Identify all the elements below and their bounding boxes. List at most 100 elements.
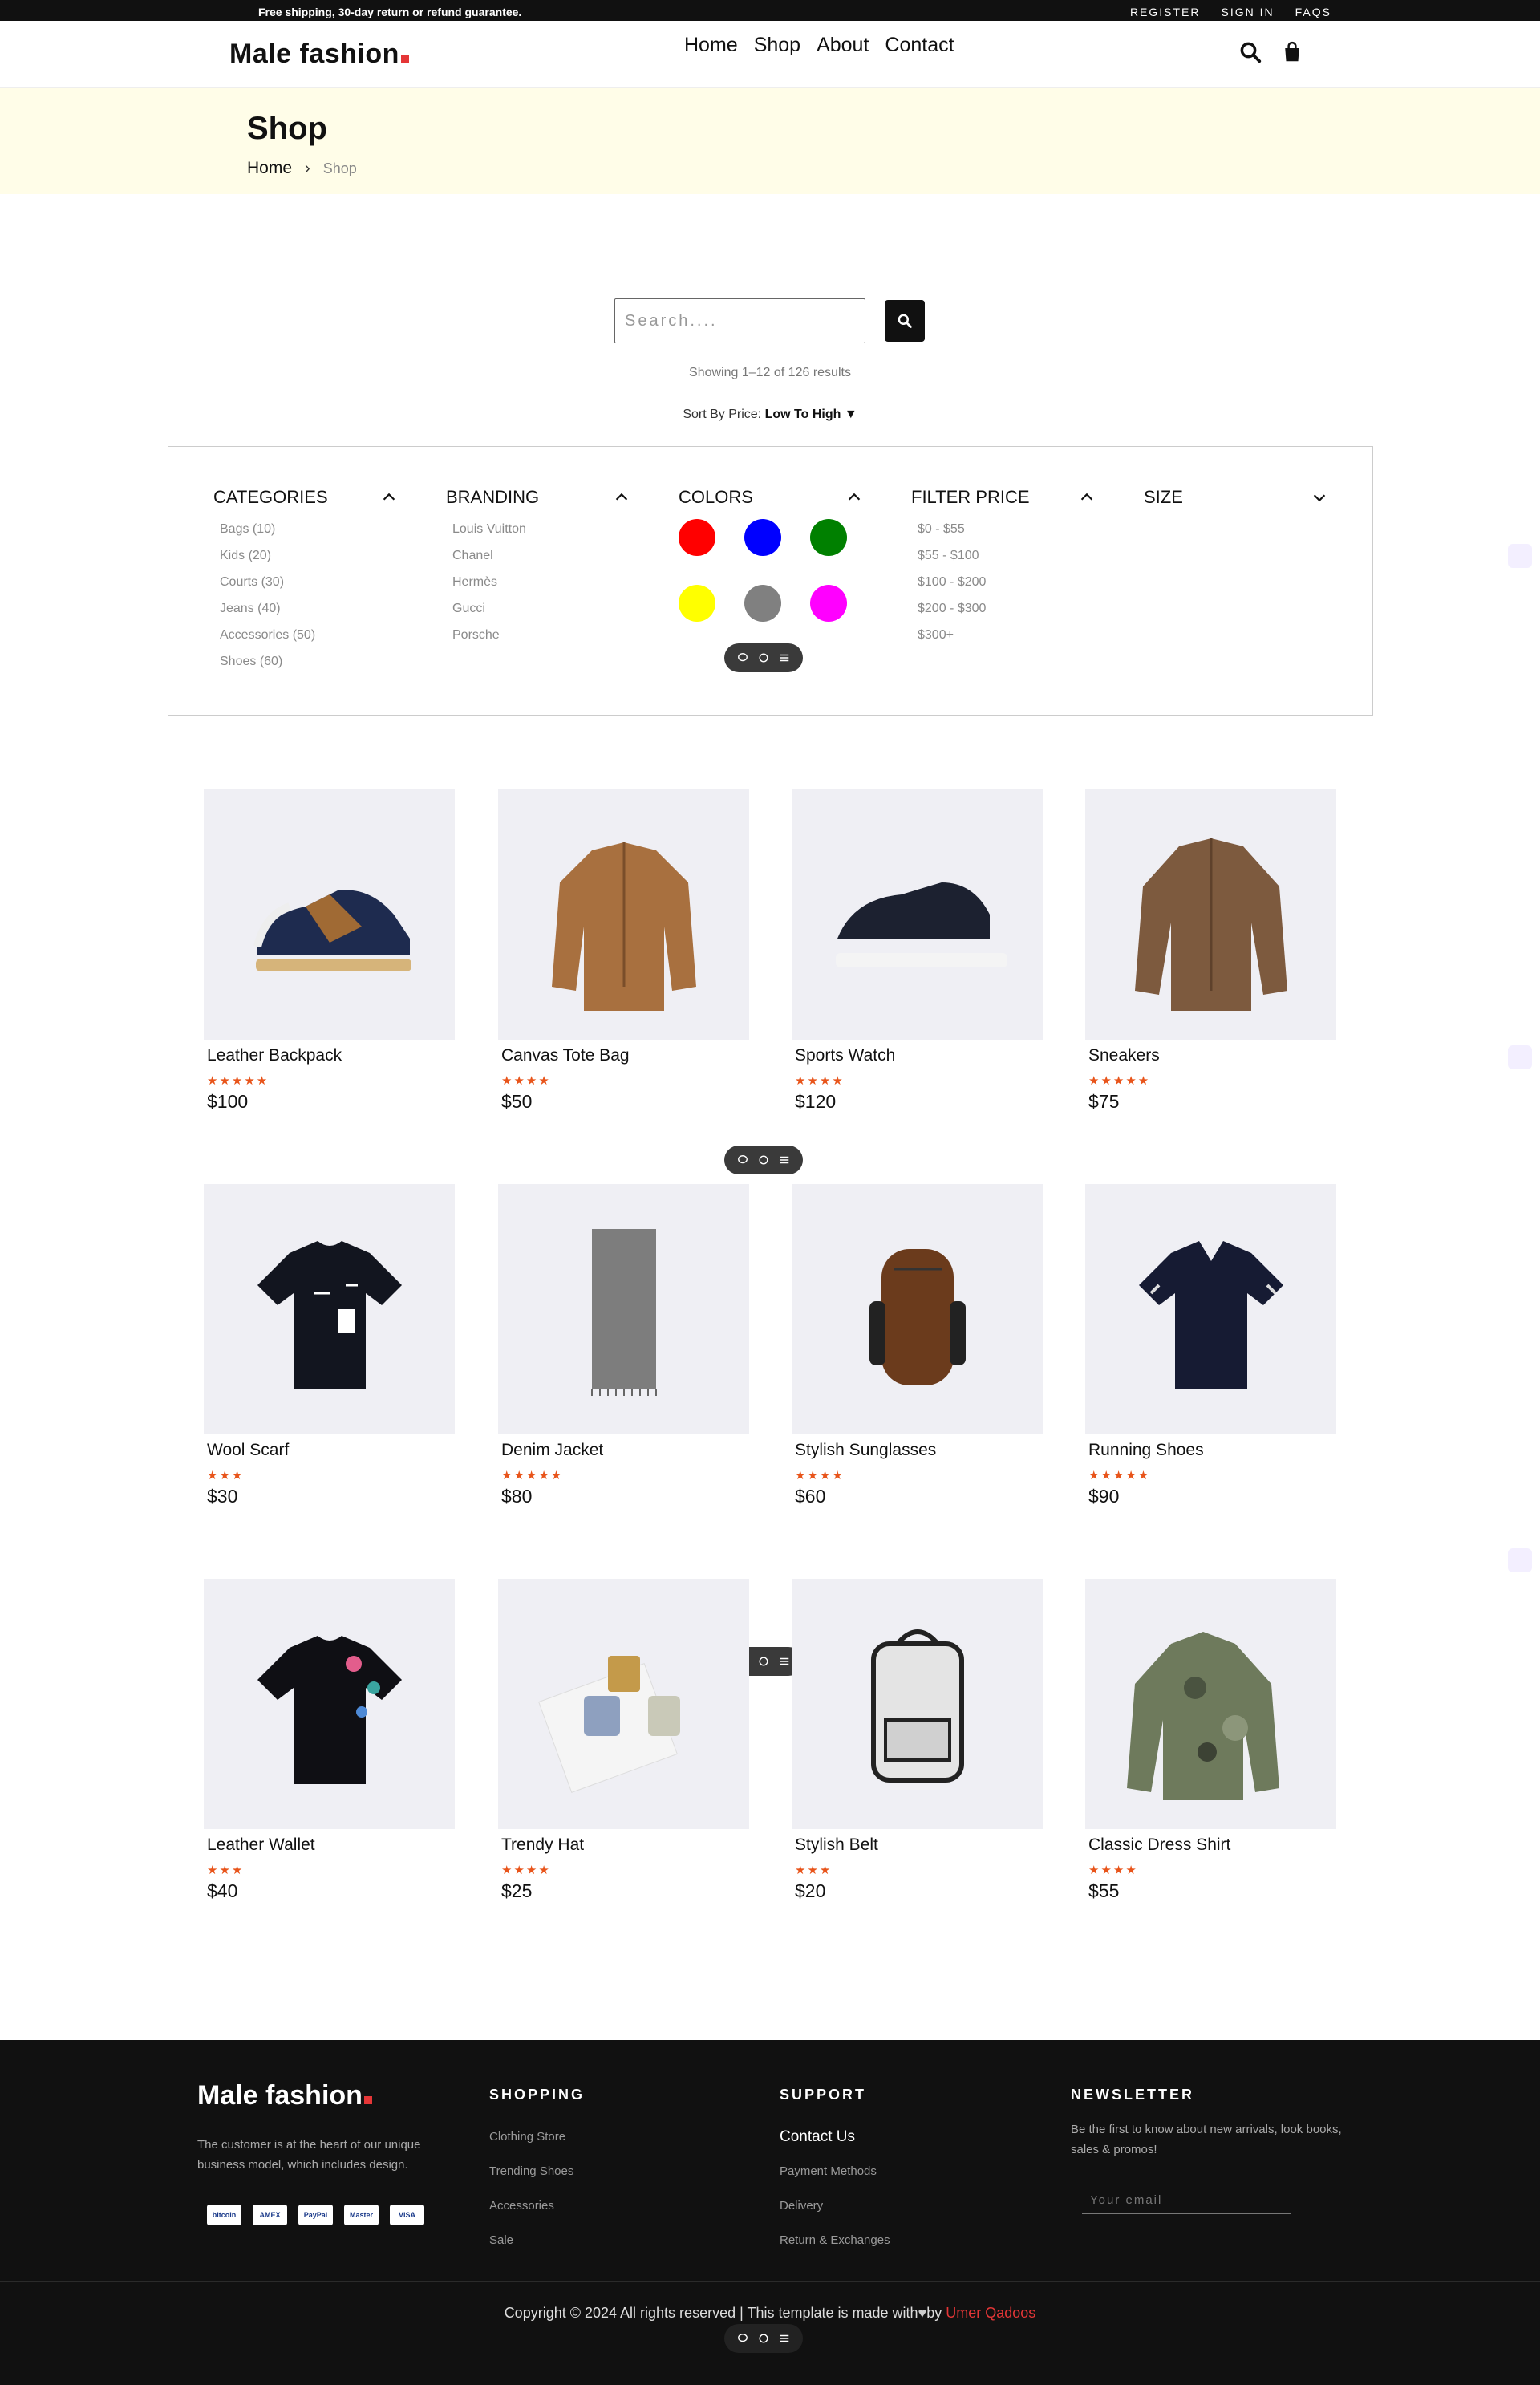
- product-card[interactable]: Leather Backpack ★★★★★ $100: [204, 789, 455, 1113]
- product-image[interactable]: [792, 1184, 1043, 1434]
- footer-link[interactable]: Return & Exchanges: [780, 2223, 890, 2257]
- footer-link[interactable]: Clothing Store: [489, 2119, 585, 2154]
- product-name[interactable]: Leather Backpack: [207, 1046, 455, 1065]
- footer-link[interactable]: Sale: [489, 2223, 585, 2257]
- bitcoin-icon: bitcoin: [207, 2205, 241, 2225]
- product-card[interactable]: Wool Scarf ★★★ $30: [204, 1184, 455, 1507]
- product-image[interactable]: [204, 1184, 455, 1434]
- star-rating: ★★★★★: [501, 1469, 564, 1483]
- floating-toolbar[interactable]: [724, 1146, 803, 1174]
- product-image[interactable]: [498, 1184, 749, 1434]
- product-image[interactable]: [204, 1579, 455, 1829]
- product-card[interactable]: Trendy Hat ★★★★ $25: [498, 1579, 749, 1902]
- product-card[interactable]: Leather Wallet ★★★ $40: [204, 1579, 455, 1902]
- price-range-item[interactable]: $100 - $200: [918, 569, 1096, 595]
- price-range-item[interactable]: $200 - $300: [918, 595, 1096, 622]
- assistant-icon[interactable]: [1508, 1045, 1532, 1069]
- star-rating: ★★★★: [501, 1074, 551, 1088]
- product-name[interactable]: Trendy Hat: [501, 1835, 749, 1855]
- color-swatch-blue[interactable]: [744, 519, 781, 556]
- sign-in-link[interactable]: SIGN IN: [1222, 6, 1275, 18]
- category-item[interactable]: Kids (20): [220, 542, 398, 569]
- product-price: $120: [795, 1091, 837, 1112]
- brand-item[interactable]: Louis Vuitton: [452, 516, 630, 542]
- logo[interactable]: Male fashion: [229, 39, 409, 70]
- product-image[interactable]: [792, 1579, 1043, 1829]
- product-name[interactable]: Denim Jacket: [501, 1441, 749, 1460]
- filter-branding-header[interactable]: BRANDING: [446, 487, 630, 508]
- breadcrumb-home[interactable]: Home: [247, 159, 292, 178]
- brand-item[interactable]: Porsche: [452, 622, 630, 648]
- search-icon[interactable]: [1238, 40, 1262, 64]
- category-item[interactable]: Courts (30): [220, 569, 398, 595]
- sort-select[interactable]: Low To High ▼: [765, 408, 857, 421]
- product-name[interactable]: Sneakers: [1088, 1046, 1336, 1065]
- brand-item[interactable]: Hermès: [452, 569, 630, 595]
- product-card[interactable]: Stylish Belt ★★★ $20: [792, 1579, 1043, 1902]
- product-name[interactable]: Stylish Sunglasses: [795, 1441, 1043, 1460]
- category-item[interactable]: Shoes (60): [220, 648, 398, 675]
- product-name[interactable]: Running Shoes: [1088, 1441, 1336, 1460]
- product-card[interactable]: Sneakers ★★★★★ $75: [1085, 789, 1336, 1113]
- color-swatch-yellow[interactable]: [679, 585, 715, 622]
- product-card[interactable]: Stylish Sunglasses ★★★★ $60: [792, 1184, 1043, 1507]
- color-swatch-grey[interactable]: [744, 585, 781, 622]
- price-range-item[interactable]: $0 - $55: [918, 516, 1096, 542]
- newsletter-email-input[interactable]: [1082, 2187, 1291, 2214]
- search-button[interactable]: [885, 300, 925, 342]
- product-image[interactable]: [498, 789, 749, 1040]
- product-image[interactable]: [1085, 789, 1336, 1040]
- footer-link[interactable]: Contact Us: [780, 2119, 890, 2154]
- product-image[interactable]: [1085, 1184, 1336, 1434]
- price-range-item[interactable]: $300+: [918, 622, 1096, 648]
- product-card[interactable]: Canvas Tote Bag ★★★★ $50: [498, 789, 749, 1113]
- search-input[interactable]: [614, 298, 865, 343]
- product-card[interactable]: Running Shoes ★★★★★ $90: [1085, 1184, 1336, 1507]
- footer-link[interactable]: Payment Methods: [780, 2154, 890, 2188]
- category-item[interactable]: Bags (10): [220, 516, 398, 542]
- price-range-item[interactable]: $55 - $100: [918, 542, 1096, 569]
- assistant-icon[interactable]: [1508, 544, 1532, 568]
- floating-toolbar[interactable]: [724, 643, 803, 672]
- product-card[interactable]: Classic Dress Shirt ★★★★ $55: [1085, 1579, 1336, 1902]
- floating-toolbar[interactable]: [724, 2324, 803, 2353]
- product-name[interactable]: Canvas Tote Bag: [501, 1046, 749, 1065]
- nav-home[interactable]: Home: [684, 34, 738, 57]
- assistant-icon[interactable]: [1508, 1548, 1532, 1572]
- filter-price-header[interactable]: FILTER PRICE: [911, 487, 1096, 508]
- filter-size-header[interactable]: SIZE: [1144, 487, 1328, 508]
- footer-link[interactable]: Trending Shoes: [489, 2154, 585, 2188]
- faqs-link[interactable]: FAQS: [1295, 6, 1331, 18]
- product-name[interactable]: Leather Wallet: [207, 1835, 455, 1855]
- nav-shop[interactable]: Shop: [754, 34, 800, 57]
- bag-icon[interactable]: [1280, 40, 1304, 64]
- product-card[interactable]: Denim Jacket ★★★★★ $80: [498, 1184, 749, 1507]
- nav-about[interactable]: About: [817, 34, 869, 57]
- footer-link[interactable]: Delivery: [780, 2188, 890, 2223]
- color-swatch-green[interactable]: [810, 519, 847, 556]
- footer-link[interactable]: Accessories: [489, 2188, 585, 2223]
- nav-contact[interactable]: Contact: [885, 34, 954, 57]
- product-image[interactable]: [792, 789, 1043, 1040]
- footer-logo[interactable]: Male fashion: [197, 2080, 372, 2111]
- brand-item[interactable]: Chanel: [452, 542, 630, 569]
- product-card[interactable]: Sports Watch ★★★★ $120: [792, 789, 1043, 1113]
- category-item[interactable]: Jeans (40): [220, 595, 398, 622]
- product-name[interactable]: Wool Scarf: [207, 1441, 455, 1460]
- filter-panel: CATEGORIES Bags (10) Kids (20) Courts (3…: [168, 446, 1373, 716]
- menu-icon: [779, 2333, 790, 2344]
- author-link[interactable]: Umer Qadoos: [946, 2305, 1035, 2321]
- filter-categories-header[interactable]: CATEGORIES: [213, 487, 398, 508]
- color-swatch-red[interactable]: [679, 519, 715, 556]
- product-name[interactable]: Stylish Belt: [795, 1835, 1043, 1855]
- category-item[interactable]: Accessories (50): [220, 622, 398, 648]
- brand-item[interactable]: Gucci: [452, 595, 630, 622]
- product-image[interactable]: [204, 789, 455, 1040]
- product-name[interactable]: Sports Watch: [795, 1046, 1043, 1065]
- product-name[interactable]: Classic Dress Shirt: [1088, 1835, 1336, 1855]
- product-image[interactable]: [498, 1579, 749, 1829]
- register-link[interactable]: REGISTER: [1130, 6, 1201, 18]
- color-swatch-magenta[interactable]: [810, 585, 847, 622]
- product-image[interactable]: [1085, 1579, 1336, 1829]
- filter-colors-header[interactable]: COLORS: [679, 487, 863, 508]
